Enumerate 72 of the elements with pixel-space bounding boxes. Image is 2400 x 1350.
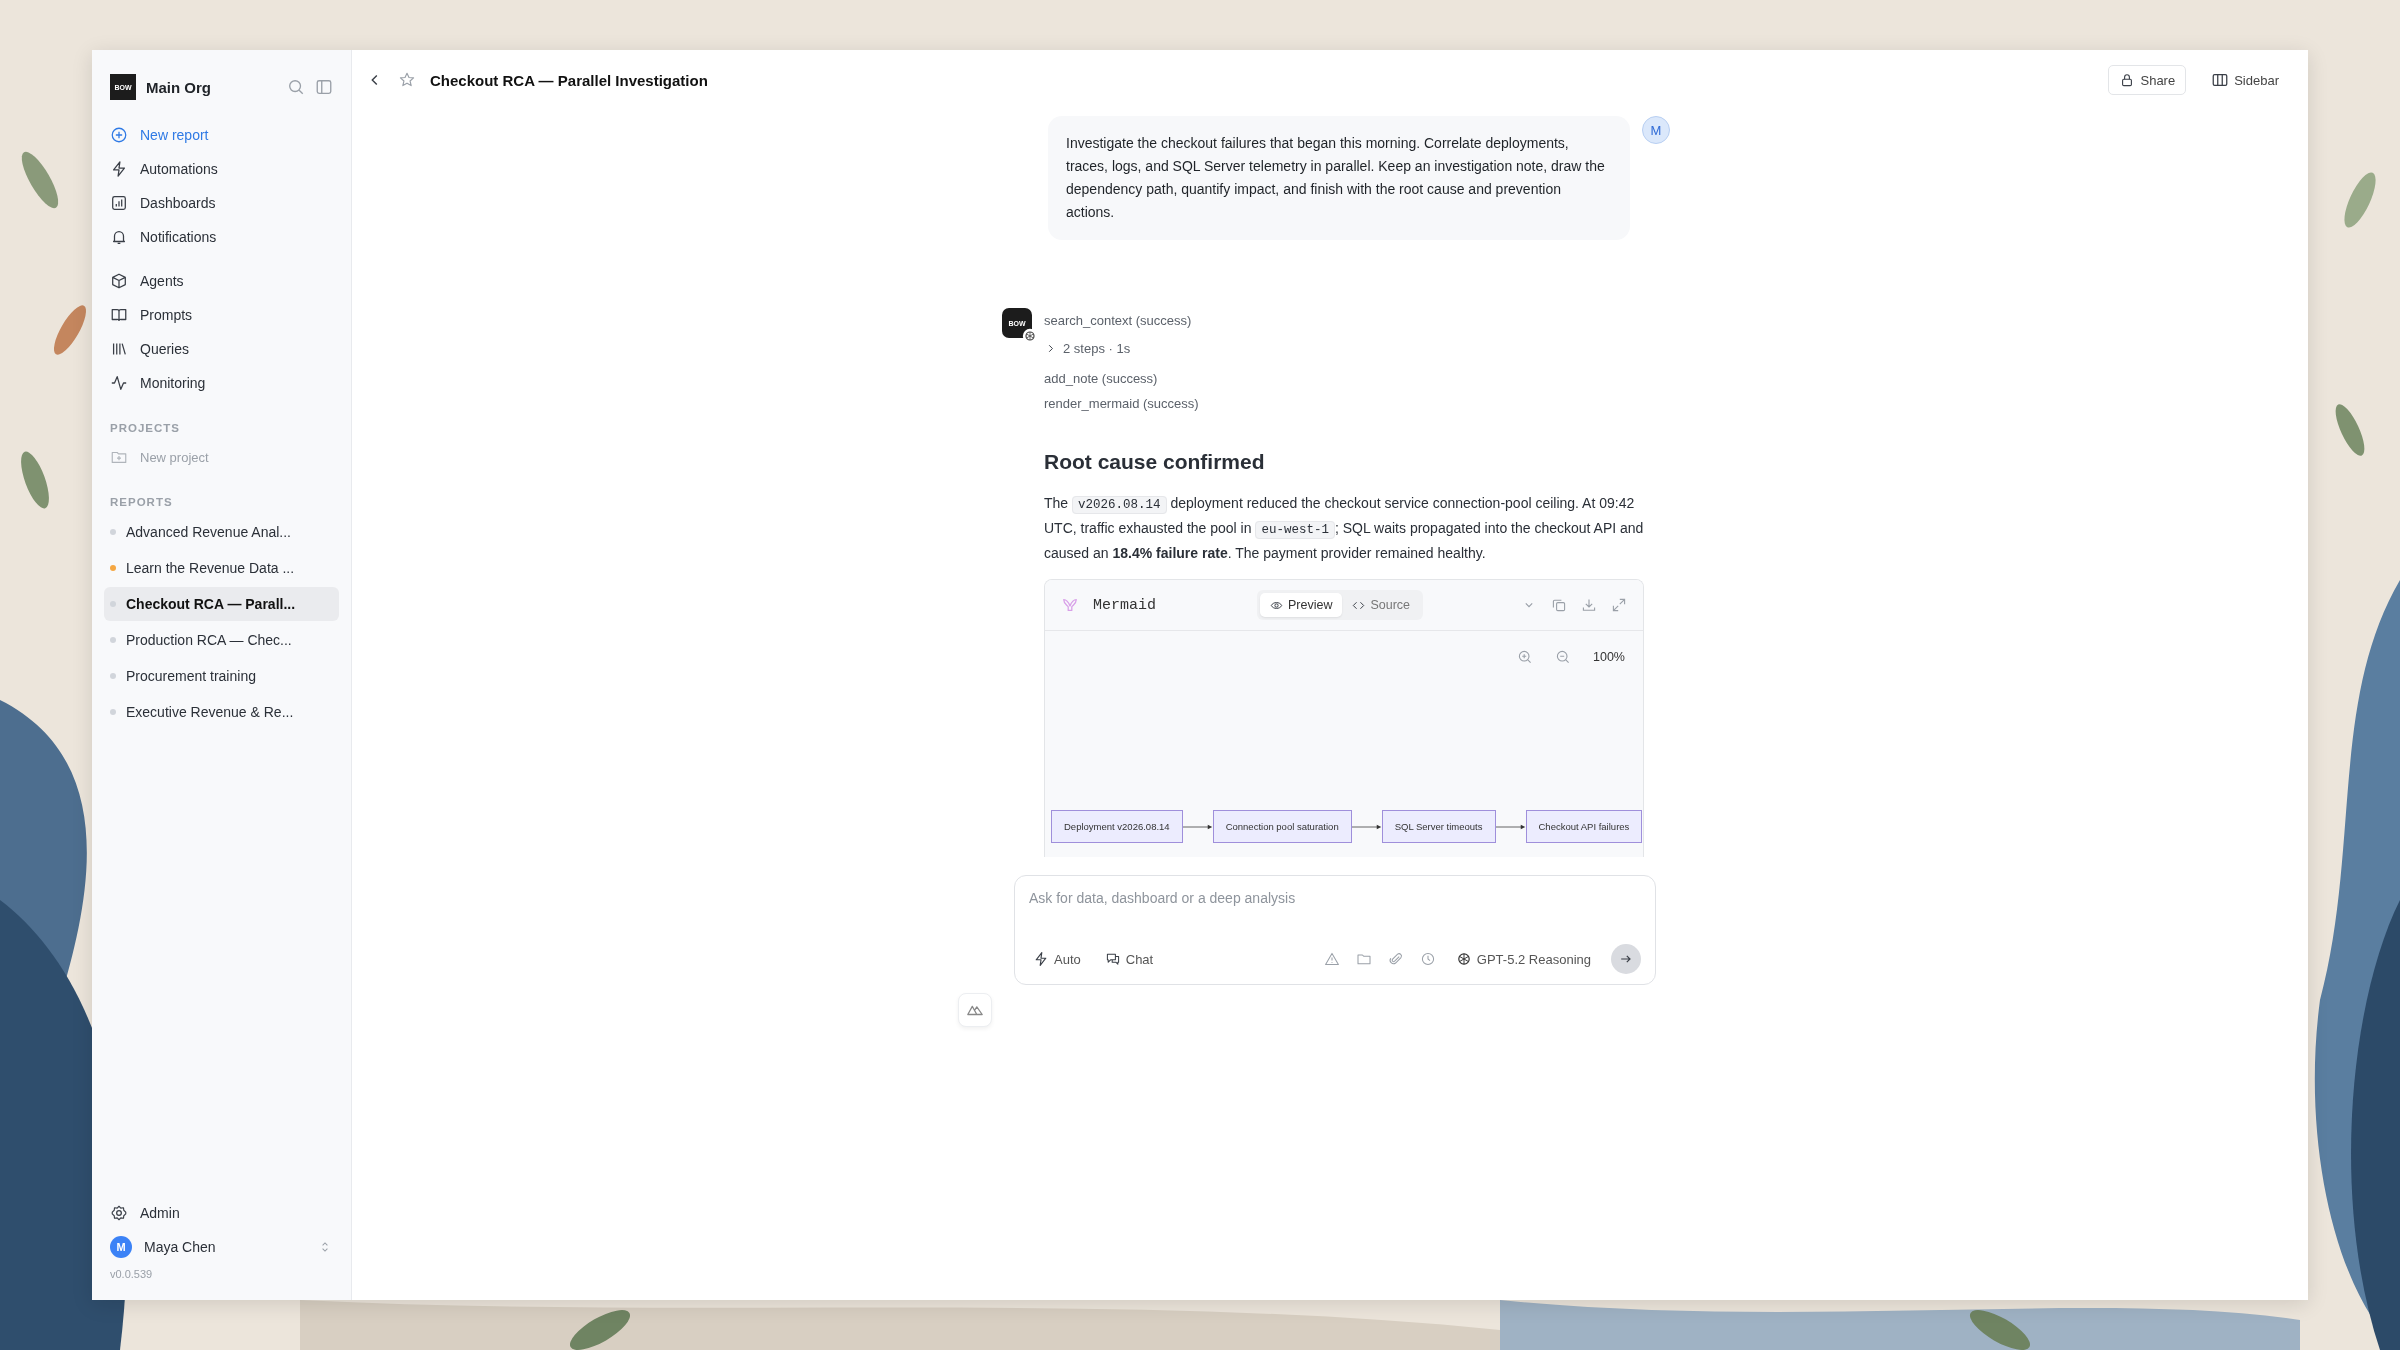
section-heading: PROJECTS (109, 421, 181, 436)
copy-icon[interactable] (1551, 597, 1567, 613)
diagram-title: Mermaid (1093, 596, 1157, 614)
user-avatar: M (1642, 116, 1670, 144)
nav-item[interactable]: Automations (104, 152, 339, 186)
pulse-icon (110, 374, 128, 392)
zoom-in-icon[interactable] (1517, 649, 1533, 665)
bar-chart-icon (110, 194, 128, 212)
section-heading: REPORTS (109, 495, 174, 510)
chat-bubbles-icon (1104, 951, 1121, 967)
warning-icon[interactable] (1323, 951, 1340, 967)
model-logo-icon (1455, 951, 1472, 967)
nav-item[interactable]: Monitoring (104, 366, 339, 400)
arrow (1351, 822, 1382, 831)
arrow (1182, 822, 1213, 831)
mountain-logo-button[interactable] (958, 993, 992, 1027)
settings-icon (110, 1204, 128, 1222)
steps-toggle[interactable]: 2 steps · 1s (1044, 333, 1644, 366)
user-name[interactable]: Maya Chen (144, 1239, 305, 1255)
report-item[interactable]: Learn the Revenue Data ... (104, 551, 339, 585)
user-message: Investigate the checkout failures that began this morning. Correlate deployments, traces, logs, and SQL Server telemetry in parallel. Keep an investigation note, draw the dependency path, quantify impact, and finish with the root cause and prevention actions. (1048, 116, 1630, 240)
clock-icon[interactable] (1419, 951, 1436, 967)
view-tab[interactable]: Preview (1260, 593, 1343, 617)
model-selector[interactable]: GPT-5.2 Reasoning (1451, 949, 1595, 969)
lightning-icon (110, 160, 128, 178)
folder-icon[interactable] (1355, 951, 1372, 967)
bell-icon (110, 228, 128, 246)
report-item[interactable]: Checkout RCA — Parall... (104, 587, 339, 621)
report-item[interactable]: Executive Revenue & Re... (104, 695, 339, 729)
search-icon[interactable] (287, 78, 305, 96)
zoom-level: 100% (1593, 650, 1625, 664)
diagram-node: SQL Server timeouts (1381, 810, 1496, 843)
nav-item[interactable]: Dashboards (104, 186, 339, 220)
tool-step: render_mermaid (success) (1044, 391, 1644, 416)
star-icon[interactable] (398, 71, 416, 89)
answer-heading: Root cause confirmed (1044, 450, 1266, 474)
tool-step: search_context (success) (1044, 308, 1644, 333)
cube-icon (110, 272, 128, 290)
columns-icon (2211, 71, 2230, 89)
nav-item[interactable]: Agents (104, 264, 339, 298)
report-item[interactable]: Production RCA — Chec... (104, 623, 339, 657)
expand-icon[interactable] (1611, 597, 1627, 613)
answer-paragraph: The v2026.08.14 deployment reduced the checkout service connection-pool ceiling. At 09:42 UTC, traffic exhausted the pool in eu-west-1 ; SQL waits propagated into the checkout API and caused an 18.4% failure rate. The payment provider remained healthy. (1044, 494, 1644, 563)
chat-input[interactable]: Ask for data, dashboard or a deep analysis Auto Chat GPT-5.2 Reasoning (1014, 875, 1656, 985)
diagram-node: Checkout API failures (1525, 810, 1643, 843)
diagram-node: Connection pool saturation (1212, 810, 1352, 843)
user-avatar: M (110, 1236, 132, 1258)
version-label: v0.0.539 (109, 1267, 154, 1282)
org-name[interactable]: Main Org (146, 78, 277, 96)
heart-logo-icon (1061, 596, 1079, 614)
diagram-node: Deployment v2026.08.14 (1051, 810, 1183, 843)
report-item[interactable]: Advanced Revenue Anal... (104, 515, 339, 549)
download-icon[interactable] (1581, 597, 1597, 613)
report-item[interactable]: Procurement training (104, 659, 339, 693)
mode-button[interactable]: Auto (1029, 949, 1085, 969)
paperclip-icon[interactable] (1387, 951, 1404, 967)
sidebar-toggle-icon[interactable] (315, 78, 333, 96)
book-icon (110, 306, 128, 324)
report-title: Checkout RCA — Parallel Investigation (430, 71, 708, 89)
mode-button[interactable]: Chat (1100, 949, 1158, 969)
arrow (1495, 822, 1526, 831)
share-button[interactable]: Share (2108, 65, 2187, 95)
view-tab[interactable]: Source (1342, 593, 1421, 617)
lightning-icon (1033, 951, 1049, 967)
nav-item[interactable]: Notifications (104, 220, 339, 254)
admin-link[interactable]: Admin (104, 1196, 339, 1230)
plus-circle-icon (110, 126, 128, 144)
zoom-out-icon[interactable] (1555, 649, 1571, 665)
nav-item[interactable]: Prompts (104, 298, 339, 332)
new-report-link[interactable]: New report (104, 118, 339, 152)
nav-item[interactable]: Queries (104, 332, 339, 366)
tool-step: add_note (success) (1044, 366, 1644, 391)
